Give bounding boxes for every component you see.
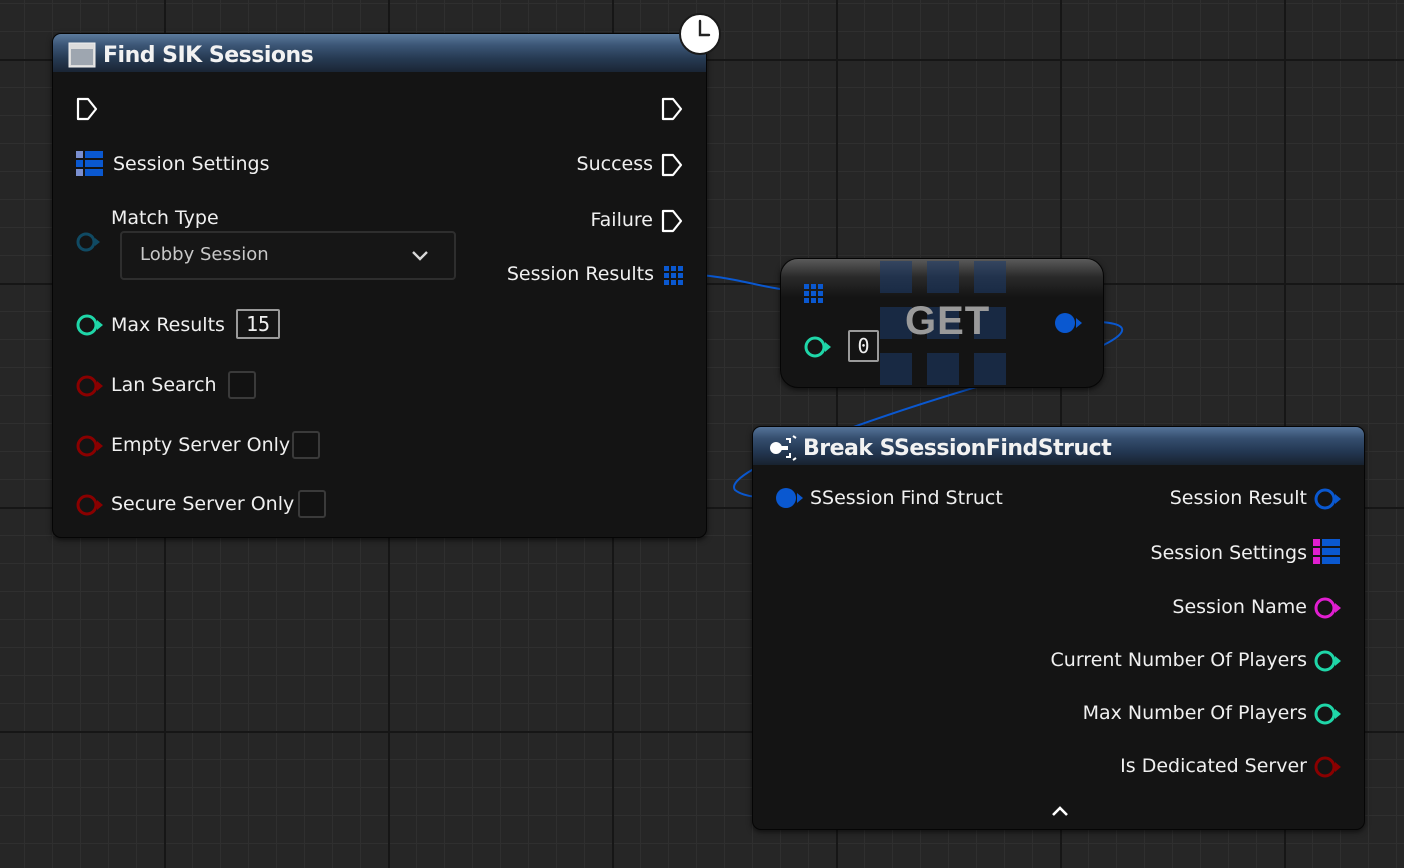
max-results-pin[interactable] xyxy=(75,313,105,337)
is-dedicated-server-label: Is Dedicated Server xyxy=(1120,755,1307,777)
exec-in-pin[interactable] xyxy=(75,96,99,122)
chevron-up-icon[interactable] xyxy=(1050,804,1070,818)
chevron-down-icon xyxy=(412,251,428,261)
session-result-pin[interactable] xyxy=(1313,487,1343,511)
secure-server-only-label: Secure Server Only xyxy=(111,493,295,515)
node-title: Break SSessionFindStruct xyxy=(803,436,1112,461)
lan-search-checkbox[interactable] xyxy=(228,371,256,399)
max-players-pin[interactable] xyxy=(1313,702,1343,726)
failure-label: Failure xyxy=(590,209,653,231)
is-dedicated-server-pin[interactable] xyxy=(1313,755,1343,779)
current-players-label: Current Number Of Players xyxy=(1050,649,1307,671)
lan-search-pin[interactable] xyxy=(75,374,105,398)
session-settings-label: Session Settings xyxy=(113,153,270,175)
ssession-find-struct-label: SSession Find Struct xyxy=(810,487,1003,509)
success-exec-pin[interactable] xyxy=(660,152,684,178)
match-type-pin[interactable] xyxy=(75,231,103,253)
empty-server-only-pin[interactable] xyxy=(75,434,105,458)
max-players-label: Max Number Of Players xyxy=(1082,702,1307,724)
exec-out-pin[interactable] xyxy=(660,96,684,122)
break-struct-icon xyxy=(770,435,797,461)
session-name-label: Session Name xyxy=(1172,596,1307,618)
empty-server-only-label: Empty Server Only xyxy=(111,434,291,456)
success-label: Success xyxy=(576,153,653,175)
match-type-dropdown[interactable]: Lobby Session xyxy=(120,231,456,280)
empty-server-only-checkbox[interactable] xyxy=(292,431,320,459)
secure-server-only-checkbox[interactable] xyxy=(298,490,326,518)
find-sik-sessions-node[interactable]: Find SIK Sessions Session Settings Succe… xyxy=(52,33,707,538)
index-input[interactable]: 0 xyxy=(848,330,879,362)
session-settings-out-label: Session Settings xyxy=(1150,542,1307,564)
get-node[interactable]: GET 0 xyxy=(780,258,1104,388)
session-results-label: Session Results xyxy=(506,263,654,285)
array-in-pin[interactable] xyxy=(803,283,825,305)
match-type-label: Match Type xyxy=(111,207,219,229)
lan-search-label: Lan Search xyxy=(111,374,217,396)
node-title: Find SIK Sessions xyxy=(103,43,314,68)
get-output-pin[interactable] xyxy=(1054,312,1084,334)
struct-in-pin[interactable] xyxy=(775,487,805,509)
struct-array-icon[interactable] xyxy=(663,265,685,287)
match-type-value: Lobby Session xyxy=(140,244,269,265)
failure-exec-pin[interactable] xyxy=(660,208,684,234)
current-players-pin[interactable] xyxy=(1313,649,1343,673)
clock-icon xyxy=(679,13,721,55)
session-settings-in-pin[interactable] xyxy=(75,150,105,178)
session-settings-out-pin[interactable] xyxy=(1312,538,1342,566)
session-name-pin[interactable] xyxy=(1313,596,1343,620)
secure-server-only-pin[interactable] xyxy=(75,493,105,517)
session-result-label: Session Result xyxy=(1169,487,1307,509)
max-results-input[interactable]: 15 xyxy=(236,309,280,339)
index-pin[interactable] xyxy=(803,335,833,359)
max-results-label: Max Results xyxy=(111,314,225,336)
function-icon xyxy=(68,42,96,68)
break-struct-node[interactable]: Break SSessionFindStruct SSession Find S… xyxy=(752,426,1365,830)
get-title: GET xyxy=(905,299,991,343)
